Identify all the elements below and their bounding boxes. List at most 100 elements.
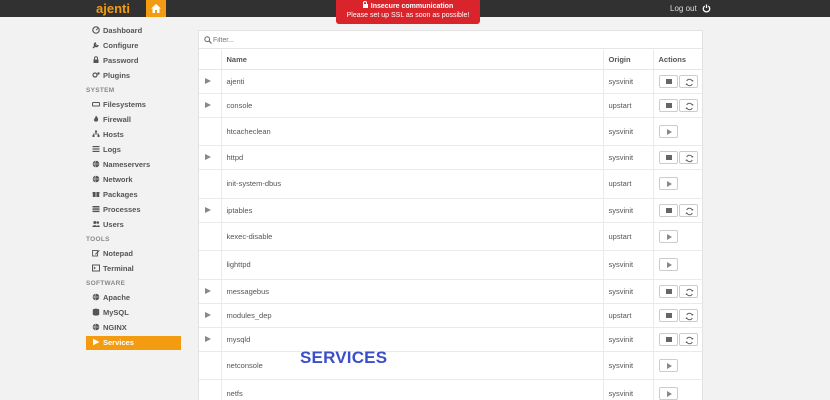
table-row[interactable]: netfs sysvinit <box>199 379 702 400</box>
stop-icon <box>665 336 672 342</box>
table-row[interactable]: console upstart <box>199 93 702 118</box>
logout-link[interactable]: Log out <box>670 0 697 17</box>
service-name: modules_dep <box>220 303 603 328</box>
sidebar-item-dashboard[interactable]: Dashboard <box>86 24 181 38</box>
expand-arrow-icon[interactable] <box>205 206 211 213</box>
table-row[interactable]: kexec-disable upstart <box>199 222 702 251</box>
sidebar-item-nginx[interactable]: NGINX <box>86 321 181 335</box>
table-row[interactable]: init-system-dbus upstart <box>199 169 702 199</box>
restart-button[interactable] <box>678 98 698 112</box>
actions-cell <box>652 379 702 400</box>
sidebar-item-label: Notepad <box>103 249 133 258</box>
brand-logo[interactable]: ajenti <box>96 0 130 17</box>
power-icon[interactable] <box>702 4 711 13</box>
stop-button[interactable] <box>658 74 678 88</box>
origin-column-header[interactable]: Origin <box>602 50 653 70</box>
sidebar-item-label: Dashboard <box>103 26 143 35</box>
sidebar-item-nameservers[interactable]: Nameservers <box>86 158 181 172</box>
table-row[interactable]: mysqld sysvinit <box>199 327 702 352</box>
alert-message: Please set up SSL as soon as possible! <box>346 12 470 19</box>
sidebar-item-hosts[interactable]: Hosts <box>86 128 181 142</box>
unlock-icon <box>362 1 368 8</box>
table-row[interactable]: modules_dep upstart <box>199 303 702 328</box>
service-origin: upstart <box>602 303 653 328</box>
sidebar-item-apache[interactable]: Apache <box>86 291 181 305</box>
sidebar-item-logs[interactable]: Logs <box>86 143 181 157</box>
table-row[interactable]: messagebus sysvinit <box>199 279 702 304</box>
sidebar-item-notepad[interactable]: Notepad <box>86 247 181 261</box>
stop-button[interactable] <box>658 332 678 346</box>
sidebar-item-users[interactable]: Users <box>86 218 181 232</box>
sidebar-item-label: Network <box>103 175 133 184</box>
sidebar-item-label: Nameservers <box>103 160 151 169</box>
table-row[interactable]: netconsole sysvinit <box>199 351 702 380</box>
stop-button[interactable] <box>658 151 678 164</box>
start-button[interactable] <box>658 258 678 272</box>
actions-cell <box>652 93 702 118</box>
sidebar-item-services[interactable]: Services <box>86 336 181 350</box>
stop-button[interactable] <box>658 284 678 298</box>
expand-arrow-icon[interactable] <box>205 77 211 84</box>
table-row[interactable]: lighttpd sysvinit <box>199 250 702 280</box>
expand-cell[interactable] <box>199 327 221 352</box>
stop-button[interactable] <box>658 203 678 217</box>
sidebar-item-configure[interactable]: Configure <box>86 39 181 53</box>
restart-button[interactable] <box>678 308 698 322</box>
cogs-icon <box>92 70 100 78</box>
table-row[interactable]: httpd sysvinit <box>199 145 702 170</box>
service-name: init-system-dbus <box>220 169 603 199</box>
expand-column-header <box>199 50 221 70</box>
play-icon <box>666 362 672 369</box>
sidebar-item-label: MySQL <box>103 308 129 317</box>
sidebar-item-mysql[interactable]: MySQL <box>86 306 181 320</box>
list-icon <box>92 144 100 152</box>
stop-button[interactable] <box>658 308 678 322</box>
sidebar-item-network[interactable]: Network <box>86 173 181 187</box>
name-column-header[interactable]: Name <box>220 50 603 70</box>
restart-button[interactable] <box>678 203 698 217</box>
service-origin: sysvinit <box>602 145 653 170</box>
service-origin: upstart <box>602 169 653 199</box>
table-row[interactable]: htcacheclean sysvinit <box>199 117 702 146</box>
start-button[interactable] <box>658 177 678 191</box>
sidebar-item-processes[interactable]: Processes <box>86 203 181 217</box>
sidebar-item-plugins[interactable]: Plugins <box>86 69 181 83</box>
sidebar-item-filesystems[interactable]: Filesystems <box>86 98 181 112</box>
actions-cell <box>652 222 702 251</box>
expand-arrow-icon[interactable] <box>205 311 211 318</box>
service-origin: sysvinit <box>602 198 653 223</box>
filter-input[interactable] <box>213 34 413 46</box>
expand-cell[interactable] <box>199 93 221 118</box>
restart-button[interactable] <box>678 284 698 298</box>
stop-button[interactable] <box>658 98 678 112</box>
table-row[interactable]: iptables sysvinit <box>199 198 702 223</box>
table-row[interactable]: ajenti sysvinit <box>199 69 702 94</box>
expand-arrow-icon[interactable] <box>205 287 211 294</box>
start-button[interactable] <box>658 358 678 372</box>
sidebar-item-packages[interactable]: Packages <box>86 188 181 202</box>
restart-button[interactable] <box>678 332 698 346</box>
expand-arrow-icon[interactable] <box>205 335 211 342</box>
expand-cell[interactable] <box>199 303 221 328</box>
expand-arrow-icon[interactable] <box>205 101 211 108</box>
service-origin: upstart <box>602 93 653 118</box>
expand-cell[interactable] <box>199 69 221 94</box>
home-icon <box>151 4 161 13</box>
start-button[interactable] <box>658 229 678 243</box>
actions-cell <box>652 69 702 94</box>
actions-cell <box>652 117 702 146</box>
expand-arrow-icon[interactable] <box>205 154 211 160</box>
expand-cell[interactable] <box>199 198 221 223</box>
restart-button[interactable] <box>678 151 698 164</box>
play-icon <box>92 337 100 346</box>
sidebar-item-password[interactable]: Password <box>86 54 181 68</box>
start-button[interactable] <box>658 387 678 400</box>
sidebar-item-terminal[interactable]: Terminal <box>86 262 181 276</box>
sidebar-item-label: Logs <box>103 145 121 154</box>
expand-cell[interactable] <box>199 145 221 170</box>
home-button[interactable] <box>146 0 166 17</box>
restart-button[interactable] <box>678 74 698 88</box>
expand-cell[interactable] <box>199 279 221 304</box>
sidebar-item-firewall[interactable]: Firewall <box>86 113 181 127</box>
start-button[interactable] <box>658 124 678 138</box>
